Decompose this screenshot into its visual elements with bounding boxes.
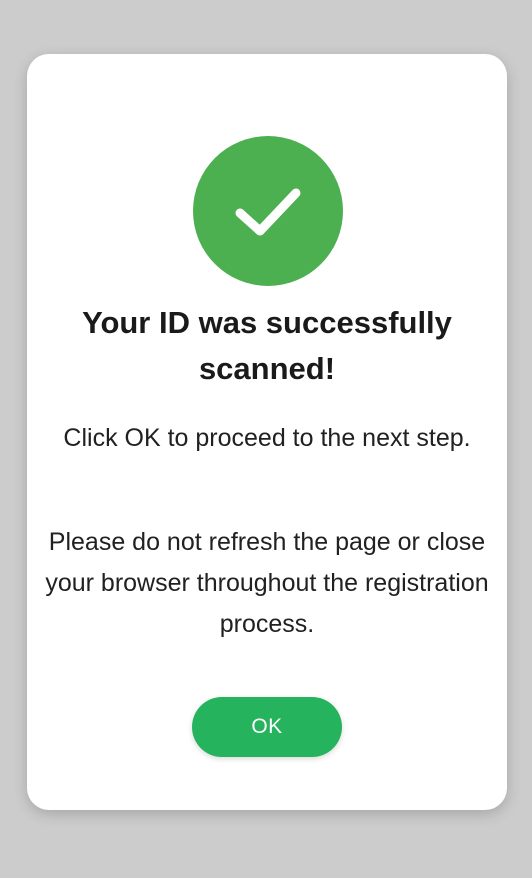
success-badge [193, 136, 343, 286]
checkmark-icon [235, 188, 301, 236]
instruction-text: Click OK to proceed to the next step. [63, 424, 471, 452]
dialog-title: Your ID was successfully scanned! [82, 305, 452, 386]
ok-button[interactable]: OK [192, 697, 342, 757]
warning-text: Please do not refresh the page or close … [45, 528, 489, 638]
success-dialog: Your ID was successfully scanned! Click … [27, 54, 507, 810]
